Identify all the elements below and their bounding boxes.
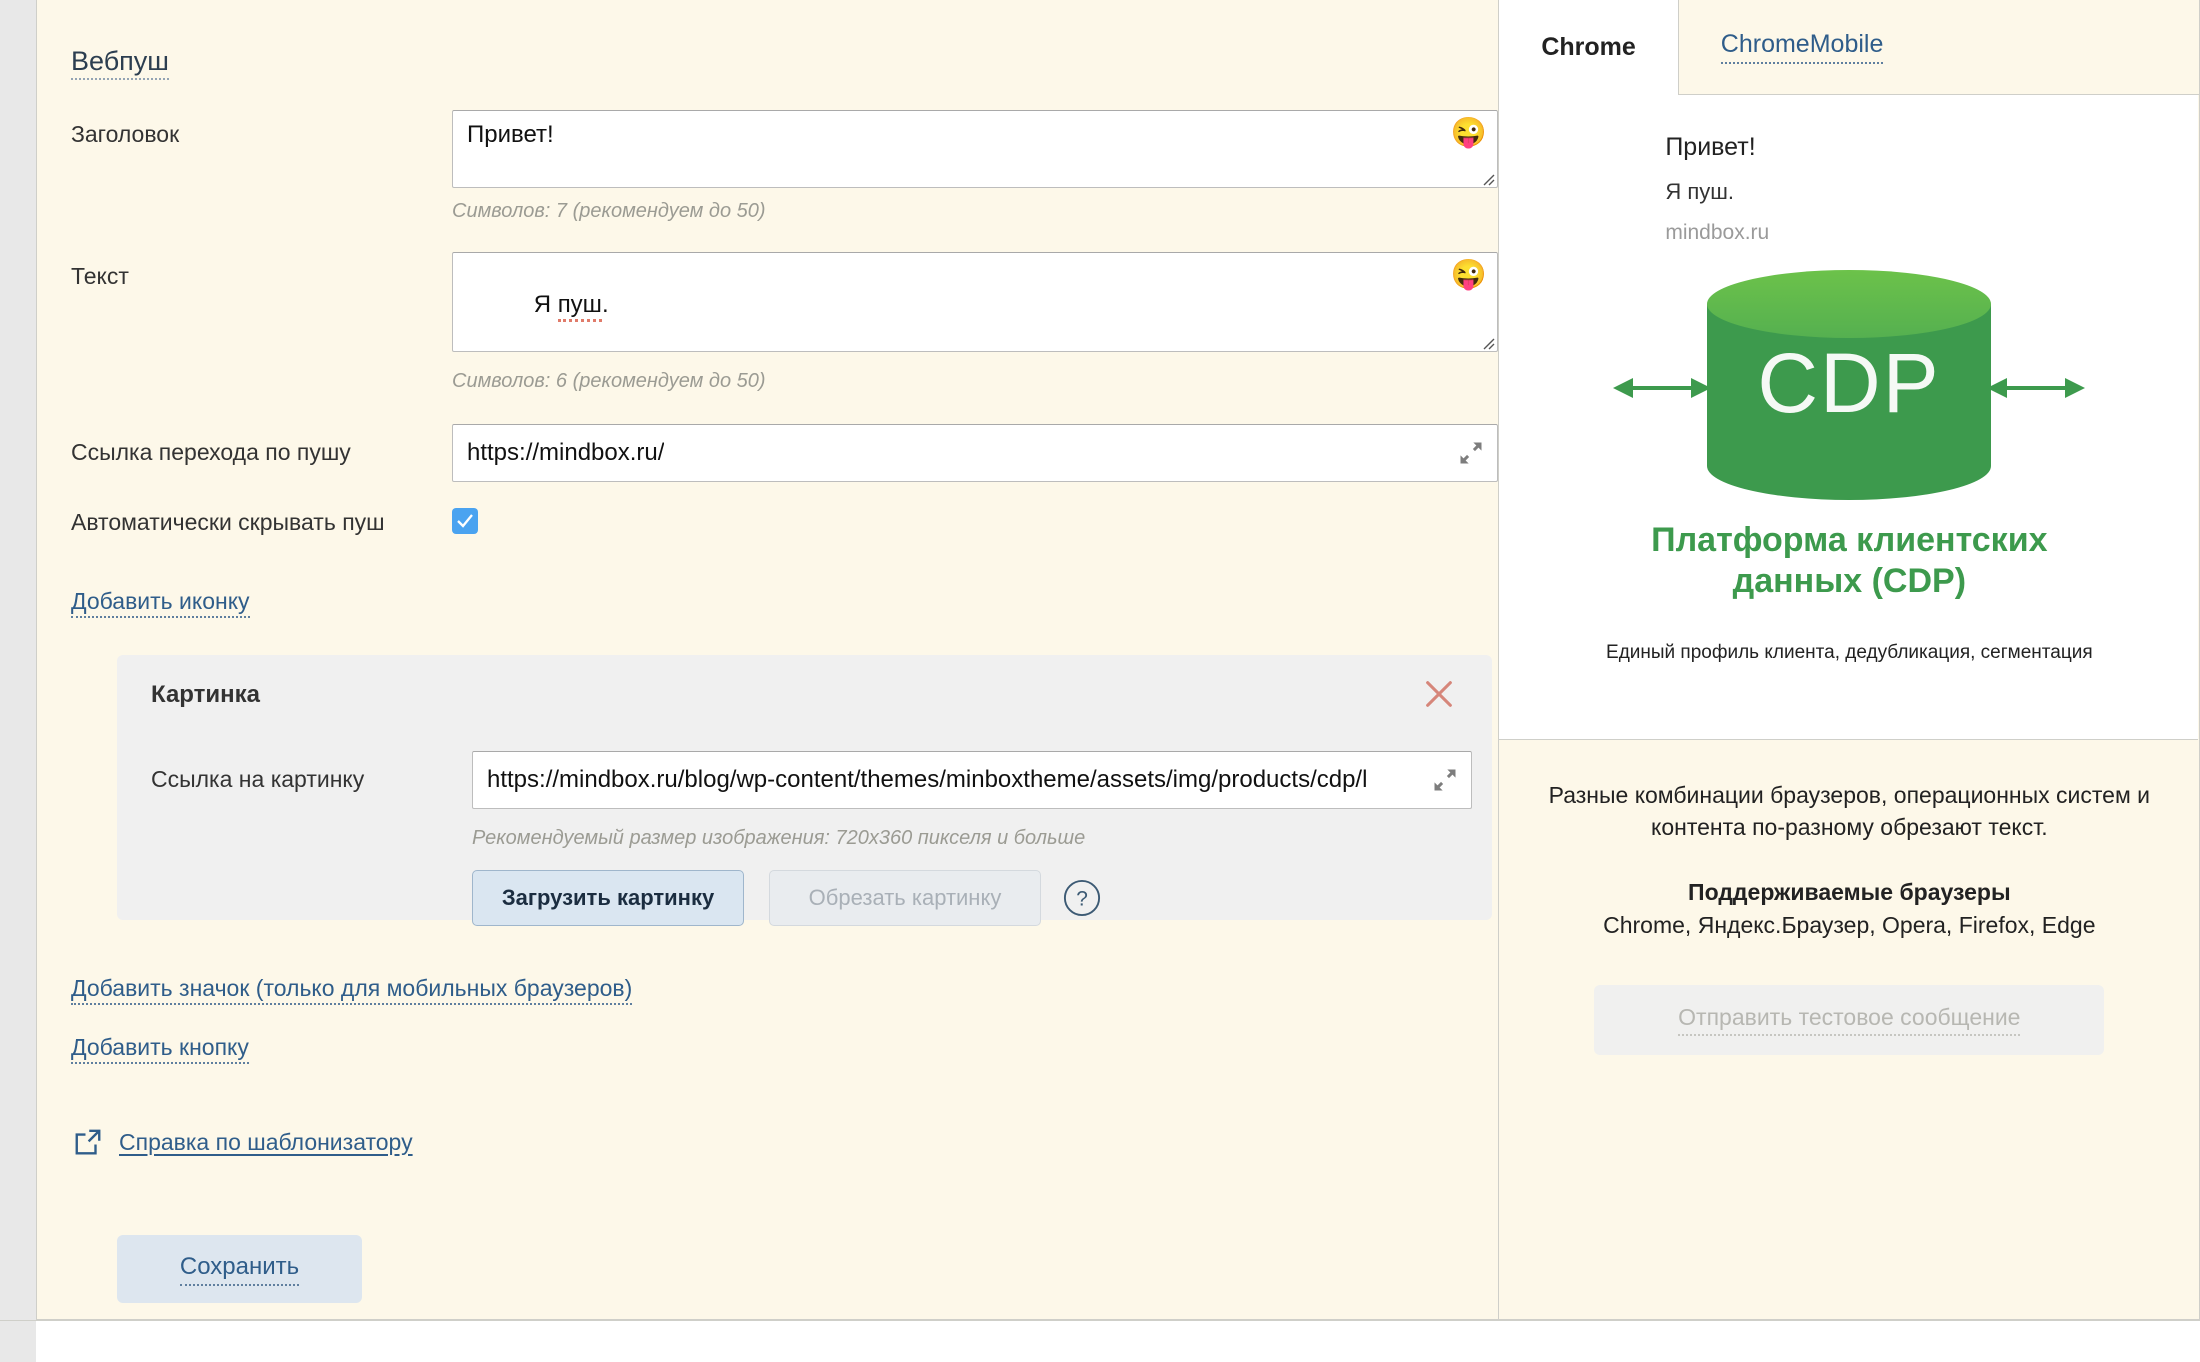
supported-browsers-title: Поддерживаемые браузеры [1688, 879, 2011, 906]
cdp-caption: Платформа клиентских данных (CDP) [1651, 521, 2048, 601]
image-card: Картинка Ссылка на картинку https://mind… [117, 655, 1492, 926]
bottom-strip [0, 1320, 2200, 1362]
preview-column: Chrome ChromeMobile Привет! Я пуш. mindb… [1499, 0, 2200, 1319]
image-url-input[interactable]: https://mindbox.ru/blog/wp-content/theme… [472, 751, 1472, 809]
resize-handle-icon[interactable] [1479, 170, 1495, 186]
webpush-editor-panel: Вебпуш Заголовок Привет! 😜 Символов: 7 (… [36, 0, 2200, 1320]
autohide-label: Автоматически скрывать пуш [71, 509, 385, 535]
misspelled-word: пуш [557, 291, 602, 322]
header-textarea-value: Привет! [467, 121, 554, 148]
preview-image: CDP Платформа клиентских данных (CDP) Ед… [1589, 260, 2109, 720]
tab-chrome-mobile[interactable]: ChromeMobile [1679, 0, 1926, 94]
section-title: Вебпуш [71, 48, 169, 80]
crop-image-button: Обрезать картинку [769, 870, 1041, 926]
preview-footer-note: Разные комбинации браузеров, операционны… [1548, 782, 2151, 840]
svg-text:CDP: CDP [1758, 336, 1941, 430]
body-char-counter: Символов: 6 (рекомендуем до 50) [452, 370, 766, 392]
emoji-picker-icon[interactable]: 😜 [1451, 119, 1487, 148]
svg-text:?: ? [1076, 888, 1088, 911]
preview-domain: mindbox.ru [1665, 221, 1770, 244]
add-button-link[interactable]: Добавить кнопку [71, 1034, 249, 1065]
text-field-label: Текст [71, 263, 129, 289]
save-button-label: Сохранить [179, 1253, 300, 1286]
image-url-label: Ссылка на картинку [151, 766, 365, 792]
close-icon[interactable] [1422, 677, 1456, 711]
expand-icon[interactable] [1431, 766, 1459, 794]
header-char-counter: Символов: 7 (рекомендуем до 50) [452, 200, 766, 222]
body-textarea[interactable]: Я пуш. 😜 [452, 252, 1498, 352]
push-link-input[interactable]: https://mindbox.ru/ [452, 424, 1498, 482]
resize-handle-icon[interactable] [1479, 334, 1495, 350]
tab-chrome-mobile-label: ChromeMobile [1720, 30, 1884, 64]
image-url-value: https://mindbox.ru/blog/wp-content/theme… [487, 766, 1368, 793]
autohide-checkbox[interactable] [452, 508, 478, 534]
supported-browsers-list: Chrome, Яндекс.Браузер, Opera, Firefox, … [1603, 912, 2096, 939]
save-button[interactable]: Сохранить [117, 1235, 362, 1303]
push-link-label: Ссылка перехода по пушу [71, 439, 351, 465]
body-textarea-value: Я пуш. [467, 263, 609, 347]
image-size-hint: Рекомендуемый размер изображения: 720x36… [472, 827, 1086, 849]
page-root: Вебпуш Заголовок Привет! 😜 Символов: 7 (… [0, 0, 2200, 1362]
header-textarea[interactable]: Привет! 😜 [452, 110, 1498, 188]
expand-icon[interactable] [1457, 439, 1485, 467]
templater-help-row[interactable]: Справка по шаблонизатору [73, 1127, 413, 1157]
external-link-icon [75, 1129, 101, 1155]
upload-image-button[interactable]: Загрузить картинку [472, 870, 744, 926]
notification-preview: Привет! Я пуш. mindbox.ru CDP Платформа … [1499, 95, 2199, 740]
check-icon [457, 514, 473, 528]
tab-chrome-label: Chrome [1541, 33, 1636, 61]
cdp-cylinder-icon: CDP [1613, 270, 2086, 500]
send-test-message-button: Отправить тестовое сообщение [1594, 985, 2105, 1056]
preview-footer: Разные комбинации браузеров, операционны… [1499, 740, 2199, 1056]
question-mark-icon[interactable]: ? [1063, 879, 1101, 917]
preview-body-text: Я пуш. [1665, 179, 1735, 204]
header-field-label: Заголовок [71, 121, 180, 147]
add-badge-link[interactable]: Добавить значок (только для мобильных бр… [71, 975, 633, 1006]
preview-title: Привет! [1665, 133, 1756, 161]
cdp-subcaption: Единый профиль клиента, дедубликация, се… [1606, 642, 2093, 663]
form-column: Вебпуш Заголовок Привет! 😜 Символов: 7 (… [37, 0, 1500, 1319]
tab-chrome[interactable]: Chrome [1499, 0, 1679, 95]
preview-tabs: Chrome ChromeMobile [1499, 0, 2200, 95]
push-link-value: https://mindbox.ru/ [467, 439, 665, 466]
templater-help-link[interactable]: Справка по шаблонизатору [119, 1129, 413, 1156]
send-test-message-label: Отправить тестовое сообщение [1678, 1004, 2021, 1037]
emoji-picker-icon[interactable]: 😜 [1451, 261, 1487, 290]
add-icon-link[interactable]: Добавить иконку [71, 588, 250, 619]
image-card-title: Картинка [151, 681, 260, 708]
